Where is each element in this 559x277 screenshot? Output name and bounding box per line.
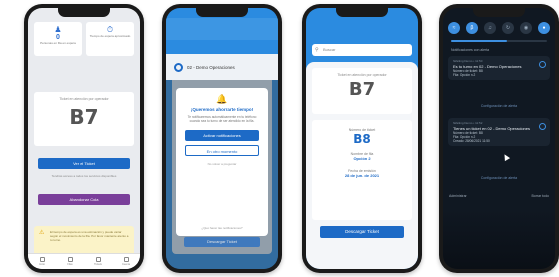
current-ticket-card: Ticket en atención por operador B7 [312,68,412,114]
notification-app: iWaiting Demo • 11:50 [453,59,483,63]
notifications-help-link[interactable]: ¿Qué hacer las notificaciones? [176,226,268,230]
people-waiting-card: ♟ 0 Personas en fila en espera [34,22,82,56]
tab-home[interactable]: Inicio [37,256,47,267]
people-waiting-value: 0 [56,34,60,41]
tab-account-label: Cuenta [121,262,131,266]
issue-date-value: 28 de jun. de 2021 [344,173,380,178]
ticket-code: B7 [348,79,376,100]
activate-notifications-button[interactable]: Activar notificaciones [185,130,259,141]
notification-line: Creado: 28/06/2021 11:50 [453,139,490,143]
modal-text: Te notificaremos automáticamente en tu t… [187,115,257,123]
home-icon [39,256,45,262]
timer-icon: ⏱ [106,25,114,34]
tab-home-label: Inicio [39,262,45,266]
screen: 02 - Demo Operaciones 🔔 ¡Queremos ahorra… [166,8,278,269]
dimmed-background [443,209,555,269]
phone-ticket-detail: ⚲ Buscar Ticket en atención por operador… [302,4,422,273]
list-icon [67,256,73,262]
notification-modal: 🔔 ¡Queremos ahorrarte tiempo! Te notific… [176,88,268,236]
my-ticket-card: Número de ticket B8 Nombre de fila Opció… [312,120,412,220]
wait-time-label: Tiempo de espera aproximado [89,34,131,38]
wifi-icon[interactable]: ≈ [448,22,460,34]
tab-queues-label: Filas [67,262,73,266]
screen: ♟ 0 Personas en fila en espera ⏱ Tiempo … [28,8,140,269]
notification-line: Fila: Opción n.2 [453,73,476,77]
wait-time-card: ⏱ Tiempo de espera aproximado [86,22,134,56]
later-button[interactable]: En otro momento [185,145,259,156]
manage-button[interactable]: Administrar [449,194,467,198]
phone-notification-shade: ≈ β ♫ ↻ ◉ ● Notificaciones con alerta iW… [439,4,559,273]
phone-queue-status: ♟ 0 Personas en fila en espera ⏱ Tiempo … [24,4,144,273]
ticket-code: B7 [69,105,99,129]
notification-turn[interactable]: iWaiting Demo • 11:50 Es tu turno en 02 … [448,56,550,80]
header-background [166,18,278,40]
current-ticket-card: Ticket en atención por operador B7 [34,92,134,146]
search-input[interactable]: ⚲ Buscar [312,44,412,56]
bell-icon: 🔔 [216,94,228,104]
alert-section-heading: Notificaciones con alerta [451,48,490,52]
search-icon: ⚲ [315,47,319,53]
notification-footer: Administrar Borrar todo [449,194,549,198]
app-avatar-icon [539,123,546,130]
warning-text: El tiempo de espera es una estimación y … [50,230,129,242]
company-header: 02 - Demo Operaciones [166,54,278,80]
dont-ask-again-link[interactable]: No volver a preguntar [176,162,268,166]
services-note: Tendrás acceso a todos los servicios dis… [51,174,117,178]
user-icon [123,256,129,262]
company-title: 02 - Demo Operaciones [187,64,235,70]
ticket-icon [95,256,101,262]
queue-name-value: Opción 2 [353,156,371,161]
screen: ⚲ Buscar Ticket en atención por operador… [306,8,418,269]
ticket-caption: Ticket en atención por operador [337,73,387,77]
tab-queues[interactable]: Filas [65,256,75,267]
download-ticket-button[interactable]: Descargar Ticket [320,226,404,238]
ticket-caption: Ticket en atención por operador [59,97,109,101]
company-logo-icon [174,62,183,72]
notification-app: iWaiting Demo • 11:52 [453,121,483,125]
notch [196,8,248,17]
user-group-icon: ♟ [54,25,62,34]
rotate-icon[interactable]: ↻ [502,22,514,34]
tab-bar: Inicio Filas Tickets Cuenta [28,253,140,269]
ticket-number-value: B8 [353,132,371,146]
notch [58,8,110,17]
leave-queue-button[interactable]: Abandonar Cola [38,194,130,205]
stats-row: ♟ 0 Personas en fila en espera ⏱ Tiempo … [34,22,134,56]
warning-icon: ⚠ [39,230,45,236]
bluetooth-icon[interactable]: β [466,22,478,34]
app-avatar-icon [539,61,546,68]
view-ticket-button[interactable]: Ver el Ticket [38,158,130,169]
wait-warning: ⚠ El tiempo de espera es una estimación … [34,226,134,256]
notification-ticket[interactable]: iWaiting Demo • 11:52 Tienes un ticket e… [448,118,550,146]
tab-account[interactable]: Cuenta [121,256,131,267]
download-ticket-button[interactable]: Descargar Ticket [184,237,260,247]
alert-settings-link-2[interactable]: Configuración de alerta [443,176,555,180]
flashlight-icon[interactable]: ● [538,22,550,34]
alert-settings-link[interactable]: Configuración de alerta [443,104,555,108]
tab-tickets[interactable]: Tickets [93,256,103,267]
notch [473,8,525,17]
brightness-fill [451,40,507,42]
notch [336,8,388,17]
brightness-slider[interactable] [451,40,547,42]
tab-tickets-label: Tickets [94,262,102,266]
phone-notification-prompt: 02 - Demo Operaciones 🔔 ¡Queremos ahorra… [162,4,282,273]
bell-icon[interactable]: ◉ [520,22,532,34]
touch-pointer-icon [501,152,511,162]
clear-all-button[interactable]: Borrar todo [531,194,549,198]
search-placeholder: Buscar [323,47,336,52]
screen: ≈ β ♫ ↻ ◉ ● Notificaciones con alerta iW… [443,8,555,269]
people-waiting-label: Personas en fila en espera [40,41,76,45]
sound-icon[interactable]: ♫ [484,22,496,34]
quick-settings-row: ≈ β ♫ ↻ ◉ ● [448,22,550,34]
